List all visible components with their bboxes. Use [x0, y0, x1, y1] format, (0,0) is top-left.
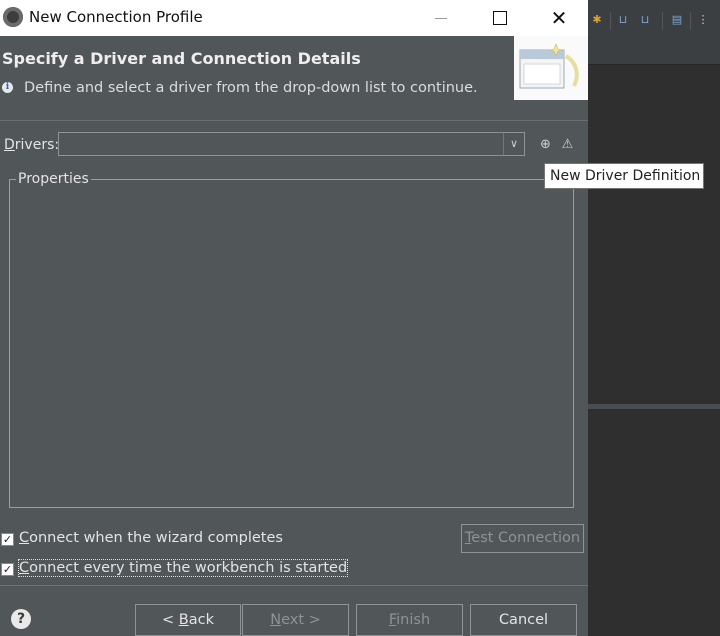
maximize-button[interactable]	[471, 0, 529, 36]
edit-driver-icon[interactable]: ⚠	[559, 136, 576, 153]
panel-icon[interactable]: ⊔	[638, 13, 652, 27]
window-title: New Connection Profile	[29, 8, 203, 26]
close-icon: ✕	[550, 6, 568, 30]
minimize-button[interactable]	[412, 0, 470, 36]
connect-every-time-label[interactable]: Connect every time the workbench is star…	[17, 559, 349, 577]
chevron-down-icon[interactable]: ∨	[503, 133, 524, 155]
layout-icon[interactable]: ▤	[670, 13, 684, 27]
connection-wizard-icon	[519, 43, 579, 89]
close-button[interactable]: ✕	[530, 0, 588, 36]
drivers-dropdown[interactable]: ∨	[58, 132, 525, 156]
label-text: onnect when the wizard completes	[29, 530, 283, 546]
new-driver-icon[interactable]: ⊕	[537, 136, 554, 153]
drivers-label: Drivers:	[4, 137, 59, 153]
tooltip: New Driver Definition	[544, 163, 704, 189]
label-mnemonic: C	[19, 530, 30, 546]
wizard-header: Specify a Driver and Connection Details …	[0, 36, 588, 121]
ide-panel-separator[interactable]	[588, 404, 720, 409]
debug-icon[interactable]: ✱	[590, 13, 604, 27]
button-label: est Connection	[471, 530, 581, 546]
toolbar-divider	[690, 12, 691, 30]
next-button[interactable]: Next >	[242, 604, 349, 636]
new-connection-profile-dialog: New Connection Profile ✕ Specify a Drive…	[0, 0, 704, 636]
button-mnemonic: B	[178, 612, 189, 628]
properties-group	[9, 179, 574, 508]
back-button[interactable]: < Back	[135, 604, 241, 636]
maximize-icon	[493, 11, 507, 25]
button-prefix: <	[162, 612, 179, 628]
button-label: ext >	[281, 612, 321, 628]
finish-button[interactable]: Finish	[356, 604, 463, 636]
label-mnemonic: C	[19, 560, 30, 576]
minimize-icon	[435, 17, 447, 19]
page-title: Specify a Driver and Connection Details	[2, 49, 361, 68]
background-ide-window: ✱ ⊔ ⊔ ▤ ⋮	[588, 0, 720, 636]
toolbar-divider	[610, 12, 611, 30]
properties-legend: Properties	[16, 171, 91, 187]
more-icon[interactable]: ⋮	[696, 13, 710, 27]
button-label: ack	[188, 612, 214, 628]
cancel-button[interactable]: Cancel	[470, 604, 577, 636]
ide-tab-strip	[588, 40, 720, 65]
connect-when-complete-label[interactable]: Connect when the wizard completes	[19, 530, 283, 546]
panel-icon[interactable]: ⊔	[616, 13, 630, 27]
test-connection-button[interactable]: Test Connection	[461, 524, 584, 553]
button-label: inish	[396, 612, 431, 628]
connect-every-time-checkbox[interactable]: ✓	[1, 563, 14, 576]
button-mnemonic: N	[270, 612, 282, 628]
label-text: onnect every time the workbench is start…	[29, 560, 348, 576]
drivers-label-text: rivers:	[14, 137, 60, 153]
page-description: Define and select a driver from the drop…	[24, 80, 478, 96]
help-icon[interactable]: ?	[11, 609, 31, 629]
ide-toolbar: ✱ ⊔ ⊔ ▤ ⋮	[588, 0, 720, 41]
toolbar-divider	[662, 12, 663, 30]
info-icon: i	[2, 82, 13, 93]
drivers-label-mnemonic: D	[4, 137, 15, 153]
connect-when-complete-checkbox[interactable]: ✓	[1, 533, 14, 546]
app-icon	[3, 7, 23, 27]
footer-separator	[0, 585, 588, 586]
wizard-banner-image	[514, 36, 588, 100]
title-bar[interactable]: New Connection Profile ✕	[0, 0, 588, 36]
